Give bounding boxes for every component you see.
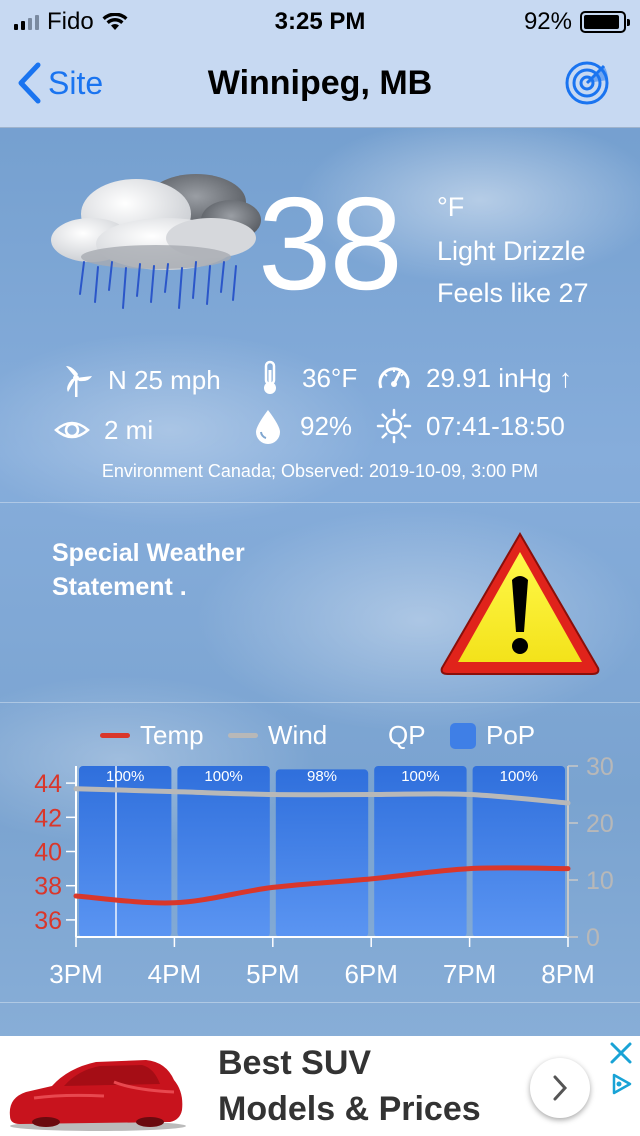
feels-like: Feels like 27 — [437, 278, 589, 308]
page-title: Winnipeg, MB — [207, 64, 433, 102]
visibility-metric: 2 mi — [54, 412, 153, 448]
pressure-metric: 29.91 inHg ↑ — [376, 360, 572, 396]
right-tick-label: 20 — [586, 810, 614, 838]
dewpoint-metric: 36°F — [252, 360, 357, 396]
divider — [0, 502, 640, 503]
legend-pop-swatch — [450, 722, 476, 749]
humidity-value: 92% — [300, 410, 353, 441]
current-temperature: 38 — [258, 170, 403, 317]
close-icon[interactable] — [608, 1040, 634, 1066]
divider — [0, 702, 640, 703]
legend-pop: PoP — [450, 720, 535, 751]
ad-headline-line1: Best SUV — [218, 1044, 372, 1082]
ad-banner[interactable]: Best SUV Models & Prices — [0, 1036, 640, 1136]
right-tick-label: 10 — [586, 867, 614, 895]
x-tick-label: 8PM — [541, 959, 594, 989]
pop-bar — [472, 766, 565, 937]
x-tick-label: 7PM — [443, 959, 496, 989]
status-bar: Fido 3:25 PM 92% — [0, 0, 640, 42]
radar-icon[interactable] — [564, 60, 610, 106]
battery-percent: 92% — [523, 8, 572, 35]
forecast-chart: 100% 100% 98% 100% 100% 36 38 40 42 44 0 10 20 30 3PM 4… — [34, 753, 614, 989]
right-tick-label: 30 — [586, 753, 614, 781]
legend-qp: QP — [388, 720, 426, 751]
legend-temp-label: Temp — [140, 720, 204, 750]
wind-metric: N 25 mph — [58, 362, 221, 398]
x-tick-label: 3PM — [49, 959, 102, 989]
left-tick-label: 36 — [34, 907, 62, 935]
pressure-gauge-icon — [378, 367, 410, 389]
condition-text: Light Drizzle — [437, 236, 586, 266]
pop-bar-label: 100% — [106, 768, 144, 785]
chart-legend: Temp Wind QP PoP — [0, 720, 640, 754]
legend-temp-swatch — [100, 733, 130, 738]
chevron-right-icon — [553, 1075, 568, 1101]
divider — [0, 1002, 640, 1003]
temperature-unit[interactable]: °F — [437, 192, 464, 223]
adchoices-icon[interactable] — [610, 1072, 634, 1096]
sun-icon — [376, 408, 412, 444]
x-tick-label: 5PM — [246, 959, 299, 989]
wind-value: N 25 mph — [108, 364, 221, 395]
battery-group: 92% — [523, 8, 630, 36]
pop-bar-label: 98% — [307, 768, 337, 785]
thermometer-icon — [264, 360, 276, 394]
sun-metric: 07:41-18:50 — [376, 408, 565, 444]
weather-alert-link[interactable]: Special Weather Statement . — [52, 536, 352, 604]
wind-turbine-icon — [66, 366, 92, 397]
legend-wind-label: Wind — [268, 720, 328, 750]
pop-bar-label: 100% — [204, 768, 242, 785]
visibility-value: 2 mi — [104, 414, 154, 445]
car-image — [9, 1060, 186, 1131]
legend-qp-label: QP — [388, 720, 426, 750]
observation-source: Environment Canada; Observed: 2019-10-09… — [101, 461, 539, 481]
ad-headline[interactable]: Best SUV Models & Prices — [218, 1040, 518, 1132]
legend-pop-label: PoP — [486, 720, 536, 750]
legend-wind-swatch — [228, 733, 258, 738]
pressure-value: 29.91 inHg ↑ — [426, 362, 572, 393]
ad-headline-line2: Models & Prices — [218, 1090, 481, 1128]
left-tick-label: 40 — [34, 839, 62, 867]
x-tick-label: 4PM — [148, 959, 201, 989]
ad-open-button[interactable] — [530, 1058, 590, 1118]
pop-bar-label: 100% — [401, 768, 439, 785]
dewpoint-value: 36°F — [302, 362, 358, 393]
water-drop-icon — [256, 410, 280, 444]
navigation-bar: Site Winnipeg, MB — [0, 42, 640, 128]
left-tick-label: 42 — [34, 804, 62, 832]
left-tick-label: 44 — [34, 770, 62, 798]
sunrise-sunset-value: 07:41-18:50 — [426, 410, 565, 441]
pop-bar-label: 100% — [500, 768, 538, 785]
legend-wind: Wind — [228, 720, 327, 751]
x-tick-label: 6PM — [344, 959, 397, 989]
right-tick-label: 0 — [586, 924, 600, 952]
eye-icon — [54, 421, 90, 439]
warning-icon[interactable] — [436, 528, 604, 678]
left-tick-label: 38 — [34, 873, 62, 901]
cloud-drizzle-icon — [51, 174, 261, 309]
legend-temp: Temp — [100, 720, 204, 751]
humidity-metric: 92% — [250, 408, 352, 444]
battery-icon — [580, 11, 630, 33]
